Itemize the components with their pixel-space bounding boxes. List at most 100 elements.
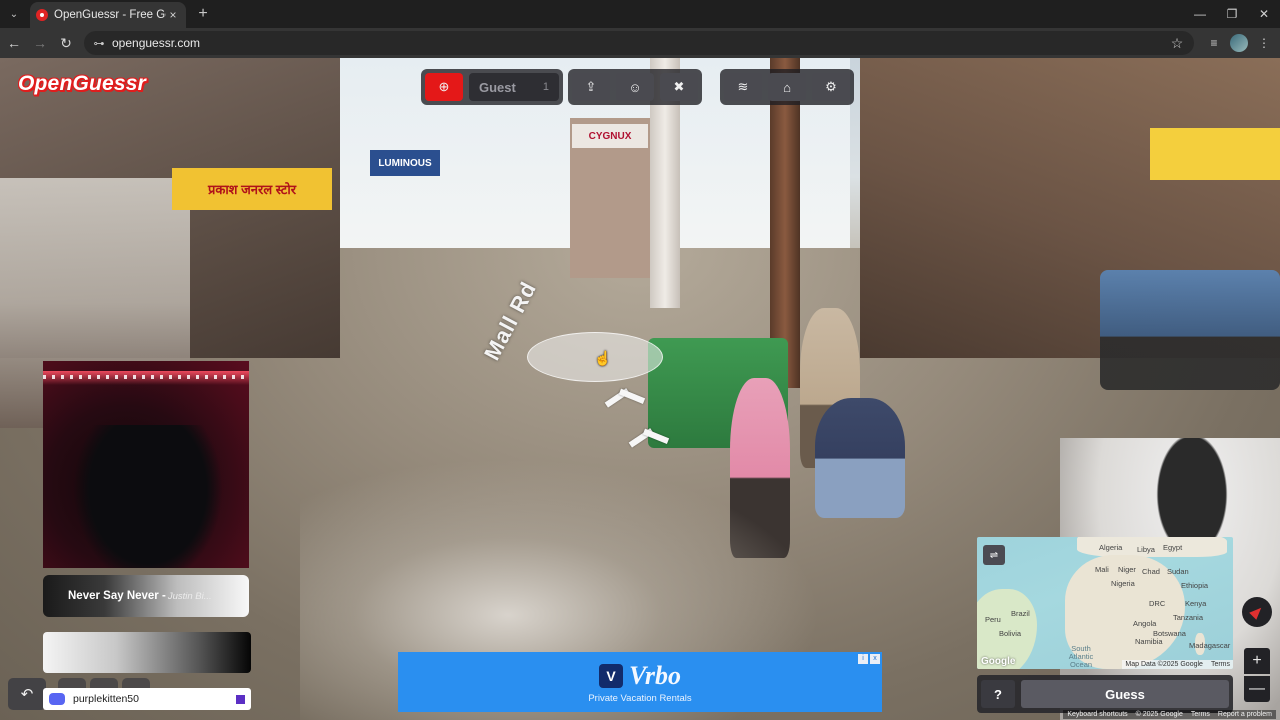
discord-icon	[49, 693, 65, 705]
map-label: Brazil	[1011, 609, 1030, 618]
settings-button[interactable]: ⚙	[812, 73, 850, 101]
compass-button[interactable]	[1242, 597, 1272, 627]
openguessr-logo[interactable]: OpenGuessr	[18, 72, 146, 96]
player-toolbar: ⊕ Guest 1	[421, 69, 563, 105]
map-label: Botswana	[1153, 629, 1186, 638]
media-controls-icon[interactable]: ≡	[1204, 33, 1224, 53]
return-to-start-button[interactable]: ↶	[8, 678, 46, 710]
new-tab-button[interactable]: +	[190, 1, 216, 27]
multiplayer-button[interactable]: ☺	[616, 73, 654, 101]
zoom-in-button[interactable]: +	[1244, 648, 1270, 674]
site-info-icon[interactable]: ⊶	[92, 36, 106, 50]
minimap-settings-button[interactable]: ⇌	[983, 545, 1005, 565]
ad-brand-name: Vrbo	[628, 660, 682, 690]
map-ocean-label: South Atlantic Ocean	[1068, 644, 1094, 669]
vrbo-ad-banner[interactable]: i x V Vrbo Private Vacation Rentals	[398, 652, 882, 712]
address-bar[interactable]: ⊶ openguessr.com ☆	[84, 31, 1194, 55]
people-icon: ☺	[628, 79, 642, 95]
account-button[interactable]: ⊕	[425, 73, 463, 101]
mode-toolbar: ⇪ ☺ ✖	[568, 69, 702, 105]
street-view-footer: Keyboard shortcuts © 2025 Google Terms R…	[1063, 710, 1276, 719]
ad-tagline: Private Vacation Rentals	[588, 692, 692, 704]
reload-button[interactable]: ↻	[54, 31, 78, 55]
webcam-overlay	[43, 361, 249, 568]
map-label: Ethiopia	[1181, 581, 1209, 590]
zoom-out-button[interactable]: —	[1244, 676, 1270, 702]
terms-link[interactable]: Terms	[1191, 711, 1210, 718]
map-attribution: Map Data ©2025 Google Terms	[1122, 660, 1233, 669]
street-view-panorama[interactable]: प्रकाश जनरल स्टोर LUMINOUS CYGNUX Mall R…	[0, 58, 1280, 720]
person	[815, 398, 905, 518]
report-problem-link[interactable]: Report a problem	[1218, 711, 1272, 718]
song-artist: Justin Bi...	[167, 590, 212, 602]
browser-tab-bar: ⌄ OpenGuessr - Free GeoGuessr A × + — ❐ …	[0, 0, 1280, 28]
hand-cursor-icon: ☝	[594, 350, 612, 366]
profile-avatar[interactable]	[1230, 34, 1248, 52]
screen: ⌄ OpenGuessr - Free GeoGuessr A × + — ❐ …	[0, 0, 1280, 720]
learn-button[interactable]: ⌂	[768, 73, 806, 101]
ad-choices[interactable]: i x	[858, 654, 880, 664]
openguessr-favicon-icon	[36, 9, 48, 21]
bookmark-star-icon[interactable]: ☆	[1168, 35, 1186, 52]
tab-close-icon[interactable]: ×	[166, 8, 180, 22]
guest-name: Guest	[479, 79, 516, 95]
map-terms-link[interactable]: Terms	[1211, 661, 1230, 668]
settings-toolbar: ≋ ⌂ ⚙	[720, 69, 854, 105]
map-label: Egypt	[1163, 543, 1183, 552]
shop-sign-cygnux: CYGNUX	[572, 124, 648, 148]
browser-toolbar: ← → ↻ ⊶ openguessr.com ☆ ≡ ⋮	[0, 28, 1280, 58]
google-logo: Google	[981, 656, 1016, 667]
vrbo-logo-icon: V	[598, 663, 623, 688]
keyboard-shortcuts-link[interactable]: Keyboard shortcuts	[1067, 711, 1127, 718]
leaderboard-button[interactable]: ⇪	[572, 73, 610, 101]
layers-icon: ≋	[737, 79, 749, 94]
shop-sign-yellow: प्रकाश जनरल स्टोर	[172, 168, 332, 210]
map-label: Kenya	[1185, 599, 1207, 608]
discord-username-widget: purplekitten50	[43, 688, 251, 710]
battle-button[interactable]: ✖	[660, 73, 698, 101]
shop-sign-luminous: LUMINOUS	[370, 150, 440, 176]
close-window-button[interactable]: ✕	[1248, 0, 1280, 28]
led-dots	[43, 375, 249, 379]
help-button[interactable]: ?	[981, 680, 1015, 708]
podium-icon: ⇪	[585, 79, 597, 94]
graduation-cap-icon: ⌂	[783, 79, 791, 95]
tab-search-icon[interactable]: ⌄	[0, 0, 28, 28]
map-label: Niger	[1118, 565, 1136, 574]
window-controls: — ❐ ✕	[1184, 0, 1280, 28]
guess-minimap[interactable]: Algeria Libya Egypt Mali Niger Chad Suda…	[977, 537, 1233, 669]
status-square	[236, 694, 245, 704]
forward-button[interactable]: →	[28, 31, 52, 55]
stream-overlay-bar	[43, 632, 251, 673]
map-label: Chad	[1142, 567, 1160, 576]
map-label: Algeria	[1099, 543, 1123, 552]
map-label: Peru	[985, 615, 1001, 624]
tab-title: OpenGuessr - Free GeoGuessr A	[54, 9, 166, 21]
copyright-text: © 2025 Google	[1135, 711, 1183, 718]
map-data-credit: Map Data ©2025 Google	[1125, 661, 1203, 668]
gear-icon: ⚙	[825, 79, 837, 94]
ad-info-icon[interactable]: i	[858, 654, 868, 664]
ad-close-icon[interactable]: x	[870, 654, 880, 664]
browser-menu-icon[interactable]: ⋮	[1254, 33, 1274, 53]
map-label: DRC	[1149, 599, 1166, 608]
streamer-silhouette	[73, 425, 223, 568]
undo-icon: ↶	[20, 686, 34, 703]
billboard-right	[1150, 128, 1280, 180]
guess-button[interactable]: Guess	[1021, 680, 1229, 708]
map-label: Libya	[1137, 545, 1155, 554]
browser-extensions: ≡ ⋮	[1204, 33, 1274, 53]
ad-brand: V Vrbo	[598, 660, 682, 691]
back-button[interactable]: ←	[2, 31, 26, 55]
url-text[interactable]: openguessr.com	[112, 36, 1168, 50]
song-title: Never Say Never -	[68, 590, 166, 602]
minimize-button[interactable]: —	[1184, 0, 1216, 28]
map-label: Mali	[1095, 565, 1109, 574]
map-layers-button[interactable]: ≋	[724, 73, 762, 101]
crossed-swords-icon: ✖	[673, 79, 685, 94]
e-rickshaw	[1100, 270, 1280, 390]
browser-tab-openguessr[interactable]: OpenGuessr - Free GeoGuessr A ×	[30, 2, 186, 28]
guest-name-display[interactable]: Guest 1	[469, 73, 559, 101]
restore-button[interactable]: ❐	[1216, 0, 1248, 28]
map-label: Sudan	[1167, 567, 1189, 576]
